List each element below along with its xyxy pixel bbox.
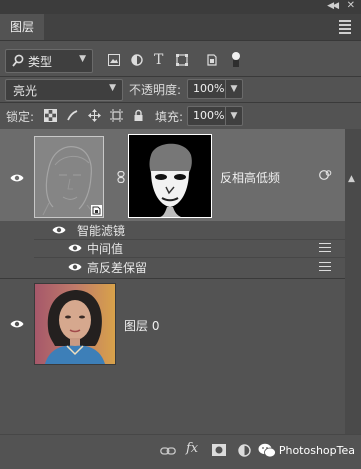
panel-menu-icon[interactable] bbox=[339, 20, 351, 36]
layer-list-scrollbar[interactable]: ▲ bbox=[345, 129, 361, 434]
layer-kind-filter-dropdown[interactable]: 类型 ▼ bbox=[5, 49, 93, 73]
wechat-logo-icon bbox=[258, 443, 276, 458]
smart-filter-effects-icon[interactable] bbox=[319, 169, 333, 181]
collapse-panels-icon[interactable]: ◀◀ bbox=[327, 1, 339, 11]
visibility-eye-icon[interactable] bbox=[52, 225, 66, 235]
add-layer-mask-icon[interactable] bbox=[212, 444, 226, 456]
search-icon bbox=[12, 54, 24, 67]
layer-mask-thumbnail[interactable] bbox=[128, 134, 212, 218]
opacity-value: 100% bbox=[193, 82, 225, 95]
visibility-eye-icon[interactable] bbox=[10, 173, 24, 183]
smart-filter-name-high-pass: 高反差保留 bbox=[87, 261, 148, 275]
visibility-eye-icon[interactable] bbox=[68, 262, 82, 272]
link-layers-icon[interactable] bbox=[160, 446, 176, 456]
layer-name-layer-0[interactable]: 图层 0 bbox=[124, 317, 159, 334]
smart-filters-row[interactable]: 智能滤镜 bbox=[0, 221, 345, 239]
fill-field[interactable]: 100% ▼ bbox=[187, 106, 243, 126]
watermark-text: PhotoshopTea bbox=[278, 444, 355, 457]
layer-name-smart-object[interactable]: 反相高低频 bbox=[220, 169, 280, 186]
layer-list: 反相高低频 ▲ 智能滤镜 中间值 高反差保留 图层 0 bbox=[0, 129, 361, 434]
close-panel-icon[interactable]: ✕ bbox=[347, 0, 355, 11]
blend-mode-value: 亮光 bbox=[13, 84, 38, 98]
smart-object-filter-icon[interactable] bbox=[206, 54, 218, 66]
pixel-layer-filter-icon[interactable] bbox=[108, 54, 120, 66]
add-layer-style-button[interactable]: fx bbox=[186, 441, 198, 456]
opacity-label: 不透明度: bbox=[129, 83, 182, 97]
opacity-field[interactable]: 100% ▼ bbox=[187, 79, 243, 99]
layer-row-smart-object[interactable]: 反相高低频 bbox=[0, 129, 345, 221]
adjustment-layer-filter-icon[interactable] bbox=[131, 54, 143, 66]
new-adjustment-layer-icon[interactable] bbox=[238, 444, 251, 457]
blend-mode-dropdown[interactable]: 亮光 ▼ bbox=[5, 79, 123, 101]
lock-position-icon[interactable] bbox=[88, 109, 101, 122]
tab-layers[interactable]: 图层 bbox=[0, 14, 44, 40]
smart-filters-label: 智能滤镜 bbox=[77, 224, 126, 238]
lock-image-pixels-icon[interactable] bbox=[66, 109, 79, 122]
chevron-down-icon: ▼ bbox=[79, 54, 86, 64]
smart-object-badge-icon bbox=[91, 205, 102, 216]
fill-slider-dropdown-icon[interactable]: ▼ bbox=[225, 107, 242, 125]
lock-transparent-pixels-icon[interactable] bbox=[44, 109, 57, 122]
panel-tab-bar: 图层 bbox=[0, 14, 361, 41]
lock-label: 锁定: bbox=[6, 110, 35, 124]
visibility-eye-icon[interactable] bbox=[68, 243, 82, 253]
layer-0-thumbnail[interactable] bbox=[34, 283, 116, 365]
opacity-slider-dropdown-icon[interactable]: ▼ bbox=[225, 80, 242, 98]
fill-value: 100% bbox=[193, 109, 225, 122]
shape-layer-filter-icon[interactable] bbox=[176, 54, 188, 66]
filter-toggle-switch[interactable] bbox=[232, 52, 240, 67]
lock-row: 锁定: 填充: 100% ▼ bbox=[0, 104, 361, 128]
kind-filter-label: 类型 bbox=[28, 55, 53, 69]
smart-filter-row-high-pass[interactable]: 高反差保留 bbox=[0, 258, 345, 276]
visibility-eye-icon[interactable] bbox=[10, 319, 24, 329]
blending-options-icon[interactable] bbox=[319, 262, 331, 272]
smart-object-thumbnail[interactable] bbox=[34, 136, 104, 218]
fill-label: 填充: bbox=[155, 110, 184, 124]
layer-filter-row: 类型 ▼ T bbox=[0, 48, 361, 74]
chevron-down-icon: ▼ bbox=[109, 83, 116, 93]
lock-all-icon[interactable] bbox=[132, 109, 145, 122]
smart-filter-name-median: 中间值 bbox=[87, 242, 124, 256]
mask-link-chain-icon[interactable] bbox=[117, 171, 125, 183]
lock-artboard-icon[interactable] bbox=[110, 109, 123, 122]
chevron-up-icon[interactable]: ▲ bbox=[348, 174, 355, 184]
panel-top-strip: ◀◀ ✕ bbox=[0, 0, 361, 14]
layers-panel-bottom-toolbar: fx PhotoshopTea bbox=[0, 434, 361, 469]
divider bbox=[0, 76, 361, 77]
divider bbox=[0, 102, 361, 103]
smart-filter-row-median[interactable]: 中间值 bbox=[0, 239, 345, 257]
blend-row: 亮光 ▼ 不透明度: 100% ▼ bbox=[0, 78, 361, 102]
type-layer-filter-icon[interactable]: T bbox=[154, 53, 166, 67]
blending-options-icon[interactable] bbox=[319, 243, 331, 253]
